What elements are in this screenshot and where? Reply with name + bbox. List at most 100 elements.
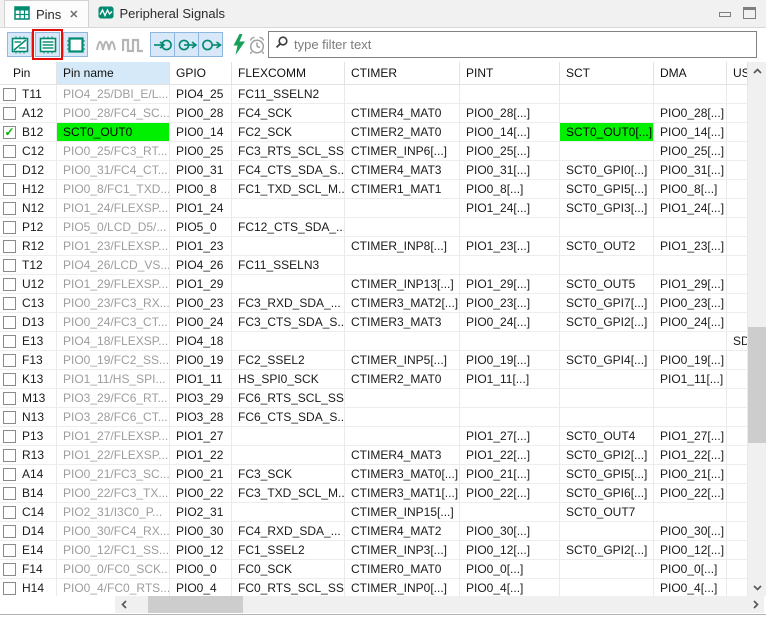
- cell-name[interactable]: PIO0_28/FC4_SC...: [57, 104, 170, 123]
- cell-u[interactable]: [727, 313, 748, 332]
- cell-name[interactable]: PIO0_21/FC3_SC...: [57, 465, 170, 484]
- cell-sct[interactable]: SCT0_OUT7: [560, 503, 654, 522]
- table-row[interactable]: K13PIO1_11/HS_SPI...PIO1_11HS_SPI0_SCKCT…: [0, 370, 748, 389]
- table-row[interactable]: E13PIO4_18/FLEXSP...PIO4_18SD: [0, 332, 748, 351]
- cell-sct[interactable]: SCT0_GPI2[...]: [560, 446, 654, 465]
- cell-flexcomm[interactable]: HS_SPI0_SCK: [232, 370, 345, 389]
- table-row[interactable]: T12PIO4_26/LCD_VS...PIO4_26FC11_SSELN3: [0, 256, 748, 275]
- cell-flexcomm[interactable]: FC6_CTS_SDA_S...: [232, 408, 345, 427]
- cell-pint[interactable]: PIO1_24[...]: [460, 199, 560, 218]
- cell-flexcomm[interactable]: FC11_SSELN2: [232, 85, 345, 104]
- cell-u[interactable]: [727, 522, 748, 541]
- cell-ctimer[interactable]: [345, 85, 460, 104]
- cell-u[interactable]: [727, 465, 748, 484]
- cell-name[interactable]: PIO0_31/FC4_CT...: [57, 161, 170, 180]
- cell-ctimer[interactable]: CTIMER0_MAT0: [345, 560, 460, 579]
- cell-name[interactable]: PIO5_0/LCD_D5/...: [57, 218, 170, 237]
- cell-flexcomm[interactable]: [232, 503, 345, 522]
- cell-sct[interactable]: SCT0_GPI3[...]: [560, 199, 654, 218]
- cell-flexcomm[interactable]: FC3_CTS_SDA_S...: [232, 313, 345, 332]
- cell-dma[interactable]: PIO0_14[...]: [654, 123, 727, 142]
- cell-pint[interactable]: [460, 503, 560, 522]
- cell-flexcomm[interactable]: FC6_RTS_SCL_SS...: [232, 389, 345, 408]
- cell-name[interactable]: PIO0_8/FC1_TXD...: [57, 180, 170, 199]
- cell-pint[interactable]: [460, 389, 560, 408]
- cell-ctimer[interactable]: CTIMER4_MAT3: [345, 161, 460, 180]
- cell-name[interactable]: PIO0_22/FC3_TX...: [57, 484, 170, 503]
- cell-u[interactable]: [727, 199, 748, 218]
- cell-pint[interactable]: PIO0_12[...]: [460, 541, 560, 560]
- cell-gpio[interactable]: PIO3_29: [170, 389, 232, 408]
- cell-dma[interactable]: PIO1_29[...]: [654, 275, 727, 294]
- cell-name[interactable]: PIO1_27/FLEXSP...: [57, 427, 170, 446]
- close-icon[interactable]: ✕: [69, 8, 78, 21]
- pin-checkbox[interactable]: [3, 107, 16, 120]
- cell-flexcomm[interactable]: FC3_SCK: [232, 465, 345, 484]
- scroll-left-icon[interactable]: [115, 596, 132, 613]
- cell-dma[interactable]: [654, 503, 727, 522]
- cell-dma[interactable]: PIO0_24[...]: [654, 313, 727, 332]
- cell-dma[interactable]: PIO0_31[...]: [654, 161, 727, 180]
- cell-u[interactable]: [727, 161, 748, 180]
- cell-dma[interactable]: PIO0_22[...]: [654, 484, 727, 503]
- table-row[interactable]: E14PIO0_12/FC1_SS...PIO0_12FC1_SSEL2CTIM…: [0, 541, 748, 560]
- pin-checkbox[interactable]: [3, 392, 16, 405]
- cell-u[interactable]: [727, 541, 748, 560]
- cell-pint[interactable]: PIO1_29[...]: [460, 275, 560, 294]
- cell-sct[interactable]: [560, 408, 654, 427]
- cell-pint[interactable]: PIO0_19[...]: [460, 351, 560, 370]
- cell-ctimer[interactable]: [345, 408, 460, 427]
- cell-flexcomm[interactable]: FC2_SSEL2: [232, 351, 345, 370]
- cell-ctimer[interactable]: CTIMER_INP5[...]: [345, 351, 460, 370]
- cell-ctimer[interactable]: CTIMER2_MAT0: [345, 370, 460, 389]
- scroll-down-icon[interactable]: [748, 579, 766, 596]
- cell-ctimer[interactable]: CTIMER_INP15[...]: [345, 503, 460, 522]
- column-header-name[interactable]: Pin name: [57, 62, 170, 85]
- cell-name[interactable]: PIO2_31/I3C0_P...: [57, 503, 170, 522]
- pin-checkbox[interactable]: [3, 563, 16, 576]
- table-row[interactable]: U12PIO1_29/FLEXSP...PIO1_29CTIMER_INP13[…: [0, 275, 748, 294]
- cell-u[interactable]: [727, 142, 748, 161]
- cell-sct[interactable]: SCT0_GPI2[...]: [560, 313, 654, 332]
- cell-dma[interactable]: PIO1_23[...]: [654, 237, 727, 256]
- cell-gpio[interactable]: PIO0_8: [170, 180, 232, 199]
- pin-checkbox[interactable]: [3, 297, 16, 310]
- package-icon[interactable]: [63, 32, 88, 57]
- table-row[interactable]: ✓B12SCT0_OUT0PIO0_14FC2_SCKCTIMER2_MAT0P…: [0, 123, 748, 142]
- cell-dma[interactable]: [654, 389, 727, 408]
- column-header-pin[interactable]: Pin: [0, 62, 57, 85]
- cell-ctimer[interactable]: CTIMER4_MAT3: [345, 446, 460, 465]
- vertical-scrollbar[interactable]: [748, 62, 766, 596]
- cell-name[interactable]: PIO1_22/FLEXSP...: [57, 446, 170, 465]
- pin-checkbox[interactable]: [3, 164, 16, 177]
- cell-u[interactable]: [727, 104, 748, 123]
- cell-sct[interactable]: SCT0_GPI5[...]: [560, 180, 654, 199]
- cell-pint[interactable]: PIO0_21[...]: [460, 465, 560, 484]
- cell-ctimer[interactable]: [345, 427, 460, 446]
- cell-sct[interactable]: [560, 85, 654, 104]
- cell-gpio[interactable]: PIO0_4: [170, 579, 232, 596]
- cell-u[interactable]: [727, 579, 748, 596]
- cell-sct[interactable]: [560, 218, 654, 237]
- table-row[interactable]: R12PIO1_23/FLEXSP...PIO1_23CTIMER_INP8[.…: [0, 237, 748, 256]
- cell-pint[interactable]: PIO1_22[...]: [460, 446, 560, 465]
- cell-pint[interactable]: PIO1_23[...]: [460, 237, 560, 256]
- input-signal-icon[interactable]: [150, 32, 175, 57]
- pin-checkbox[interactable]: [3, 221, 16, 234]
- output-signal-icon[interactable]: [174, 32, 199, 57]
- cell-flexcomm[interactable]: [232, 427, 345, 446]
- maximize-icon[interactable]: [743, 7, 756, 19]
- cell-ctimer[interactable]: CTIMER3_MAT0[...]: [345, 465, 460, 484]
- pin-checkbox[interactable]: [3, 278, 16, 291]
- cell-gpio[interactable]: PIO4_25: [170, 85, 232, 104]
- cell-name[interactable]: PIO1_23/FLEXSP...: [57, 237, 170, 256]
- cell-flexcomm[interactable]: FC3_RTS_SCL_SS...: [232, 142, 345, 161]
- cell-pint[interactable]: PIO0_22[...]: [460, 484, 560, 503]
- scroll-right-icon[interactable]: [747, 596, 764, 613]
- cell-dma[interactable]: PIO0_0[...]: [654, 560, 727, 579]
- pin-checkbox[interactable]: [3, 487, 16, 500]
- cell-flexcomm[interactable]: FC11_SSELN3: [232, 256, 345, 275]
- cell-dma[interactable]: [654, 218, 727, 237]
- cell-flexcomm[interactable]: FC1_TXD_SCL_M...: [232, 180, 345, 199]
- cell-gpio[interactable]: PIO3_28: [170, 408, 232, 427]
